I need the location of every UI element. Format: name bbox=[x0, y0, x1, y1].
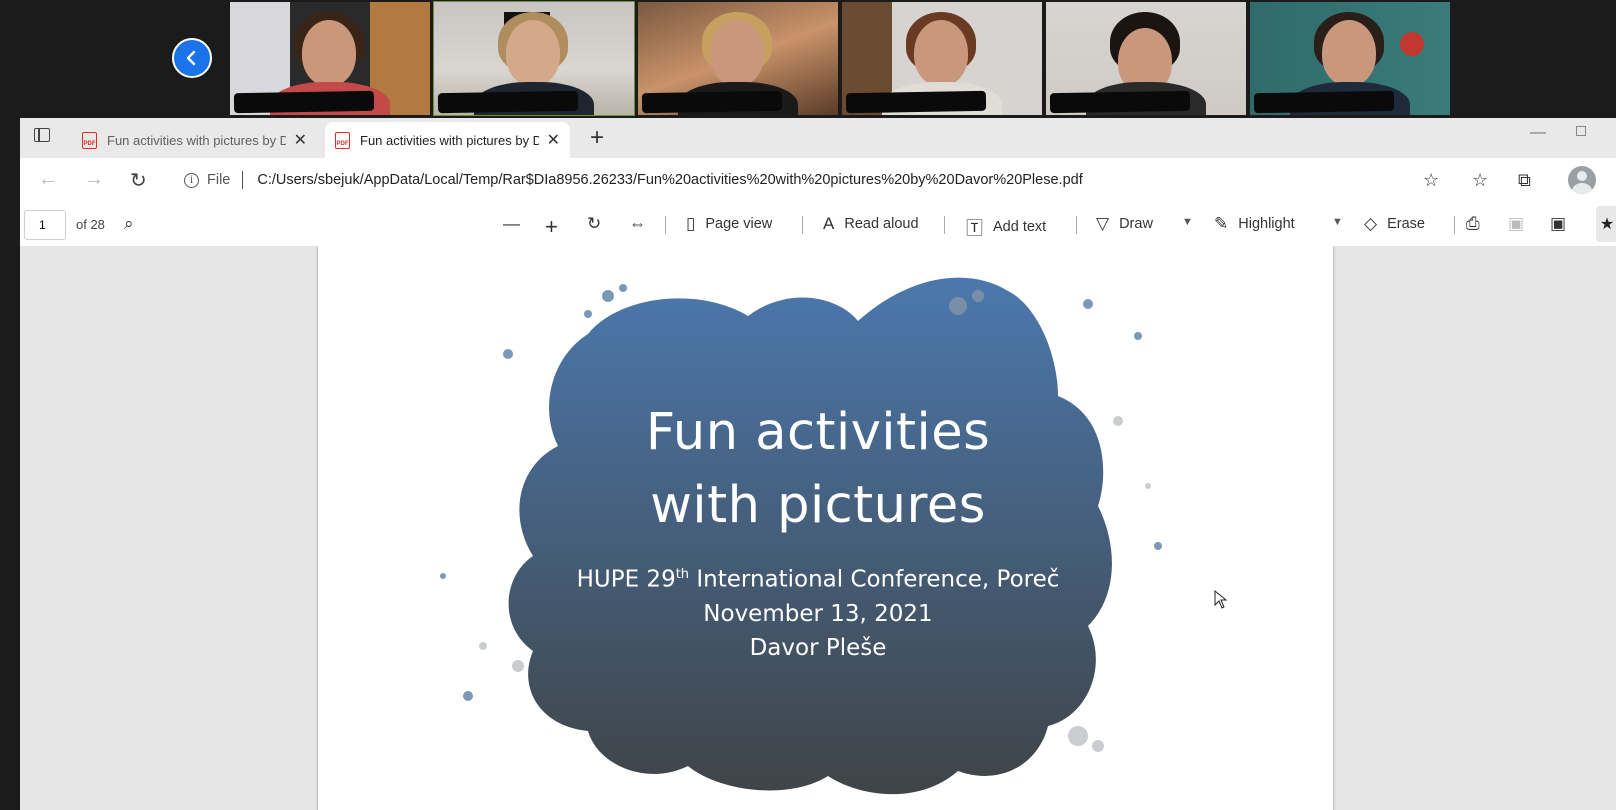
page-view-icon: ▯ bbox=[686, 214, 696, 233]
participant-video-2[interactable] bbox=[433, 1, 635, 116]
tab-pdf-2[interactable]: PDF Fun activities with pictures by Davo… bbox=[325, 122, 570, 158]
tab-title: Fun activities with pictures by Davor Pl… bbox=[107, 132, 286, 148]
presentation-date: November 13, 2021 bbox=[703, 600, 933, 627]
chevron-left-icon bbox=[186, 50, 196, 66]
url-field[interactable]: i File C:/Users/sbejuk/AppData/Local/Tem… bbox=[170, 164, 1454, 196]
add-favorite-icon[interactable]: ☆ bbox=[1423, 170, 1439, 191]
eraser-icon: ◇ bbox=[1364, 214, 1378, 233]
close-tab-icon[interactable]: ✕ bbox=[547, 130, 560, 150]
zoom-out-icon[interactable]: — bbox=[503, 214, 530, 234]
slide-title-line-1: Fun activities bbox=[645, 403, 991, 462]
participant-strip bbox=[0, 0, 1616, 118]
draw-icon: ▽ bbox=[1096, 214, 1110, 233]
participant-video-6[interactable] bbox=[1250, 2, 1450, 115]
redaction-bar bbox=[1253, 90, 1395, 114]
add-text-icon: 🅃 bbox=[966, 219, 983, 238]
slide-text-block: Fun activities with pictures HUPE 29th I… bbox=[488, 396, 1148, 665]
profile-avatar[interactable] bbox=[1568, 166, 1596, 194]
url-text[interactable]: C:/Users/sbejuk/AppData/Local/Temp/Rar$D… bbox=[257, 172, 1082, 188]
draw-button[interactable]: ▽ Draw bbox=[1096, 214, 1153, 234]
participant-video-3[interactable] bbox=[638, 2, 838, 115]
favorites-icon[interactable]: ☆ bbox=[1472, 170, 1488, 191]
slide-title-line-2: with pictures bbox=[650, 476, 986, 535]
highlight-options-chevron-icon[interactable]: ▼ bbox=[1332, 216, 1343, 228]
minimize-icon[interactable]: — bbox=[1530, 124, 1546, 142]
back-arrow-icon[interactable]: ← bbox=[38, 168, 58, 191]
read-aloud-button[interactable]: A Read aloud bbox=[823, 214, 919, 234]
page-count: of 28 bbox=[76, 217, 105, 232]
pdf-viewer[interactable]: Fun activities with pictures HUPE 29th I… bbox=[20, 246, 1616, 810]
highlight-button[interactable]: ✎ Highlight bbox=[1214, 214, 1295, 234]
participant-video-5[interactable] bbox=[1046, 2, 1246, 115]
tab-pdf-1[interactable]: PDF Fun activities with pictures by Davo… bbox=[72, 122, 317, 158]
page-view-button[interactable]: ▯ Page view bbox=[686, 214, 772, 234]
redaction-bar bbox=[1049, 90, 1191, 114]
print-icon[interactable]: ⎙ bbox=[1466, 214, 1490, 234]
separator bbox=[242, 171, 244, 189]
participant-video-4[interactable] bbox=[842, 2, 1042, 115]
pdf-page: Fun activities with pictures HUPE 29th I… bbox=[318, 246, 1333, 810]
pdf-file-icon: PDF bbox=[335, 131, 350, 149]
pin-toolbar-icon[interactable]: ★ bbox=[1596, 206, 1616, 242]
address-bar: ← → ↻ i File C:/Users/sbejuk/AppData/Loc… bbox=[20, 158, 1616, 203]
forward-arrow-icon[interactable]: → bbox=[84, 168, 104, 191]
collections-icon[interactable]: ⧉ bbox=[1518, 170, 1531, 191]
conference-line: HUPE 29th International Conference, Pore… bbox=[576, 566, 1060, 593]
info-icon[interactable]: i bbox=[184, 172, 199, 188]
tab-strip: PDF Fun activities with pictures by Davo… bbox=[20, 118, 1616, 158]
redaction-bar bbox=[845, 90, 987, 114]
save-as-icon[interactable]: ▣ bbox=[1550, 214, 1576, 234]
redaction-bar bbox=[233, 90, 375, 114]
page-number-input[interactable] bbox=[24, 210, 66, 240]
tab-title: Fun activities with pictures by Davor Pl… bbox=[360, 132, 539, 148]
browser-window: PDF Fun activities with pictures by Davo… bbox=[20, 118, 1616, 810]
close-tab-icon[interactable]: ✕ bbox=[294, 130, 307, 150]
save-icon: ▣ bbox=[1508, 214, 1525, 233]
refresh-icon[interactable]: ↻ bbox=[130, 168, 147, 193]
rotate-icon[interactable]: ↻ bbox=[587, 214, 611, 234]
pdf-file-icon: PDF bbox=[82, 131, 97, 149]
search-icon[interactable]: ⌕ bbox=[124, 214, 144, 234]
new-tab-button[interactable]: + bbox=[590, 124, 604, 152]
zoom-in-icon[interactable]: + bbox=[545, 214, 568, 240]
slide-title: Fun activities with pictures bbox=[488, 396, 1148, 542]
redaction-bar bbox=[437, 90, 579, 114]
redaction-bar bbox=[641, 90, 783, 114]
participant-video-1[interactable] bbox=[230, 2, 430, 115]
mouse-cursor-icon bbox=[1214, 590, 1228, 609]
fit-width-icon[interactable]: ⇔ bbox=[629, 214, 656, 234]
author-name: Davor Pleše bbox=[749, 634, 887, 661]
add-text-button[interactable]: 🅃 Add text bbox=[966, 214, 1046, 239]
restore-icon[interactable] bbox=[1576, 126, 1586, 136]
tab-actions-icon[interactable] bbox=[34, 128, 50, 142]
read-aloud-icon: A bbox=[823, 214, 835, 233]
draw-options-chevron-icon[interactable]: ▼ bbox=[1182, 216, 1193, 228]
file-label: File bbox=[207, 172, 231, 188]
pdf-toolbar: of 28 ⌕ — + ↻ ⇔ ▯Page view ARead aloud 🅃… bbox=[20, 202, 1616, 247]
erase-button[interactable]: ◇ Erase bbox=[1364, 214, 1425, 234]
collapse-participants-button[interactable] bbox=[172, 38, 212, 78]
highlight-icon: ✎ bbox=[1214, 214, 1229, 233]
